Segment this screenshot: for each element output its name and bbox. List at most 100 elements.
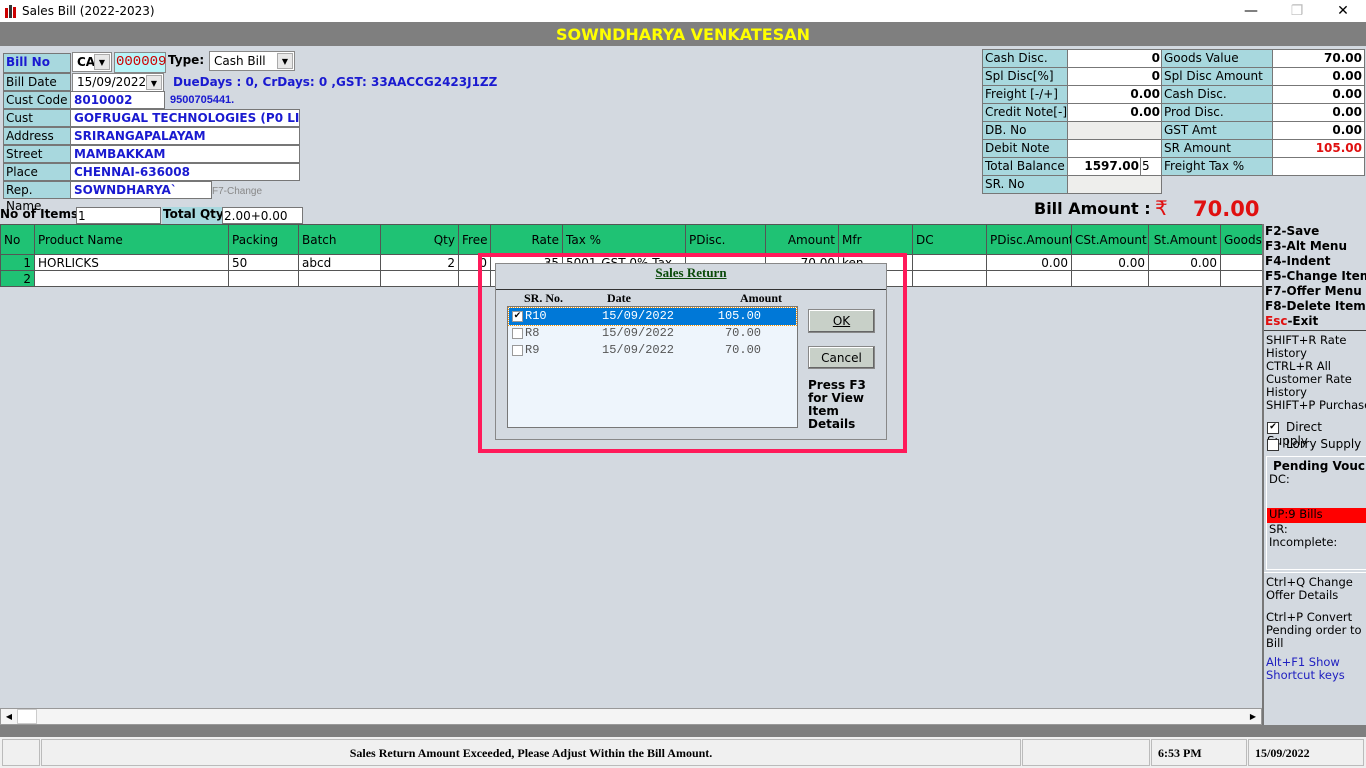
column-header[interactable]: Qty (380, 224, 459, 255)
grid-cell[interactable] (912, 254, 987, 271)
checkbox-unchecked-icon[interactable] (512, 328, 523, 339)
shortcut-key[interactable]: F5-Change Item (1264, 269, 1366, 284)
sales-return-list[interactable]: ✔ R10 15/09/2022 105.00 R8 15/09/2022 70.00 R9 1… (507, 306, 798, 428)
sales-return-item[interactable]: R8 15/09/2022 70.00 (509, 325, 796, 342)
address-field[interactable]: SRIRANGAPALAYAM (70, 127, 300, 145)
grid-cell[interactable]: abcd (298, 254, 381, 271)
shortcut-key[interactable]: F2-Save (1264, 224, 1366, 239)
cust-code-field[interactable]: 8010002 (70, 91, 165, 109)
place-field[interactable]: CHENNAI-636008 (70, 163, 300, 181)
grid-cell[interactable]: 2 (380, 254, 459, 271)
grid-cell[interactable] (380, 270, 459, 287)
column-header[interactable]: St.Amount (1148, 224, 1221, 255)
scroll-thumb[interactable] (17, 709, 37, 724)
shortcut-key[interactable]: F8-Delete Item (1264, 299, 1366, 314)
column-header[interactable]: Product Name (34, 224, 229, 255)
grid-cell[interactable]: 1 (0, 254, 35, 271)
summary-field[interactable]: 0 (1067, 49, 1162, 68)
scroll-left-button[interactable]: ◀ (1, 709, 17, 724)
esc-exit-shortcut[interactable]: Esc-Exit (1264, 314, 1366, 329)
column-header[interactable]: Goods (1220, 224, 1263, 255)
column-header[interactable]: Tax % (562, 224, 686, 255)
pending-vouchers-title: Pending Vouche (1273, 459, 1366, 473)
pending-incomplete[interactable]: Incomplete: (1267, 536, 1366, 549)
cancel-button[interactable]: Cancel (808, 346, 875, 369)
summary-value: 0.00 (1272, 103, 1365, 122)
cust-code-label: Cust Code (3, 91, 71, 109)
column-header[interactable]: CSt.Amount (1071, 224, 1149, 255)
lorry-supply-checkbox[interactable]: Lorry Supply (1264, 437, 1366, 454)
bill-number[interactable]: 000009 (114, 52, 166, 73)
shortcut-key[interactable]: F7-Offer Menu (1264, 284, 1366, 299)
grid-cell[interactable] (1220, 254, 1263, 271)
column-header[interactable]: Free (458, 224, 491, 255)
items-count-field: 1 (76, 207, 161, 224)
ok-button[interactable]: OK (808, 309, 875, 333)
grid-cell[interactable] (298, 270, 381, 287)
summary-field[interactable] (1067, 175, 1162, 194)
summary-field[interactable] (1067, 139, 1162, 158)
horizontal-scrollbar[interactable]: ◀ ▶ (0, 708, 1262, 725)
column-header[interactable]: DC (912, 224, 987, 255)
column-header[interactable]: PDisc. (685, 224, 766, 255)
esc-key: Esc (1265, 314, 1288, 328)
bill-series-select[interactable]: CA ▼ (72, 52, 112, 72)
chevron-down-icon[interactable]: ▼ (146, 75, 162, 90)
summary-label: Freight [-/+] (982, 85, 1068, 104)
grid-cell[interactable]: 0.00 (1071, 254, 1149, 271)
chevron-down-icon[interactable]: ▼ (94, 54, 110, 70)
summary-field[interactable]: 0.00 (1067, 85, 1162, 104)
summary-field[interactable]: 0 (1067, 67, 1162, 86)
column-header[interactable]: PDisc.Amount (986, 224, 1072, 255)
column-header[interactable]: Amount (765, 224, 839, 255)
summary-field[interactable]: 1597.00 (1067, 157, 1141, 176)
grid-cell[interactable]: 0.00 (1148, 254, 1221, 271)
column-header[interactable]: Batch (298, 224, 381, 255)
maximize-button[interactable]: ❐ (1274, 0, 1320, 22)
checkbox-unchecked-icon[interactable] (512, 345, 523, 356)
pending-dc[interactable]: DC: (1267, 473, 1366, 486)
pending-up-bills[interactable]: UP:9 Bills (1267, 508, 1366, 523)
grid-cell[interactable]: 2 (0, 270, 35, 287)
grid-cell[interactable] (912, 270, 987, 287)
grid-cell[interactable] (34, 270, 229, 287)
rep-name-field[interactable]: SOWNDHARYA` (70, 181, 212, 199)
summary-field[interactable]: 0.00 (1067, 103, 1162, 122)
cust-name-field[interactable]: GOFRUGAL TECHNOLOGIES (P0 LIMI (70, 109, 300, 127)
shortcut-key[interactable]: F3-Alt Menu (1264, 239, 1366, 254)
direct-supply-checkbox[interactable]: ✔ Direct Supply (1264, 420, 1366, 448)
minimize-button[interactable]: — (1228, 0, 1274, 22)
bill-series-value: CA (77, 55, 96, 69)
column-header[interactable]: Rate (490, 224, 563, 255)
bill-type-select[interactable]: Cash Bill ▼ (209, 51, 295, 71)
checkbox-unchecked-icon (1267, 439, 1279, 451)
scroll-right-button[interactable]: ▶ (1245, 709, 1261, 724)
grid-cell[interactable]: HORLICKS (34, 254, 229, 271)
grid-cell[interactable] (1148, 270, 1221, 287)
type-label: Type: (168, 53, 205, 67)
grid-cell[interactable]: 50 (228, 254, 299, 271)
grid-cell[interactable] (1071, 270, 1149, 287)
summary-field[interactable] (1067, 121, 1162, 140)
sales-return-item[interactable]: ✔ R10 15/09/2022 105.00 (508, 307, 797, 326)
summary-extra-field[interactable]: 5 (1140, 157, 1162, 176)
sales-return-item[interactable]: R9 15/09/2022 70.00 (509, 342, 796, 359)
checkbox-checked-icon[interactable]: ✔ (512, 311, 523, 322)
chevron-down-icon[interactable]: ▼ (277, 53, 293, 69)
grid-cell[interactable] (228, 270, 299, 287)
grid-cell[interactable] (1220, 270, 1263, 287)
column-header[interactable]: Mfr (838, 224, 913, 255)
close-button[interactable]: ✕ (1320, 0, 1366, 22)
bill-date-picker[interactable]: 15/09/2022 ▼ (72, 73, 164, 92)
street-field[interactable]: MAMBAKKAM (70, 145, 300, 163)
column-header[interactable]: No (0, 224, 35, 255)
sr-date: 15/09/2022 (602, 309, 675, 323)
sr-no: R9 (525, 343, 540, 357)
summary-label: Cash Disc.[%] (982, 49, 1068, 81)
show-shortcut-keys-link[interactable]: Alt+F1 Show Shortcut keys (1264, 656, 1366, 682)
grid-cell[interactable] (986, 270, 1072, 287)
column-header[interactable]: Packing (228, 224, 299, 255)
grid-cell[interactable]: 0.00 (986, 254, 1072, 271)
shortcut-key[interactable]: F4-Indent (1264, 254, 1366, 269)
summary-label: Prod Disc. Amount (1161, 103, 1273, 135)
